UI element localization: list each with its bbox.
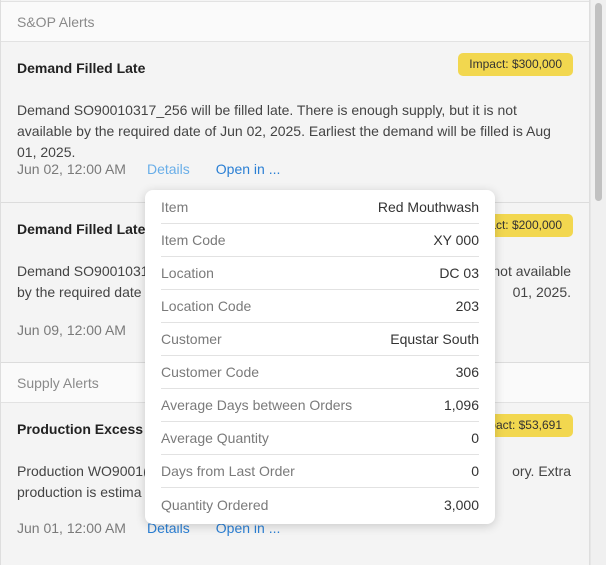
- impact-badge: Impact: $300,000: [458, 53, 573, 76]
- detail-value: 306: [455, 364, 479, 380]
- scrollbar-thumb[interactable]: [595, 3, 602, 201]
- alert-card[interactable]: Demand Filled Late Impact: $300,000 Dema…: [1, 42, 589, 203]
- sop-alerts-header: S&OP Alerts: [1, 1, 589, 42]
- detail-row: Item Red Mouthwash: [161, 191, 479, 224]
- detail-value: 203: [455, 298, 479, 314]
- detail-label: Item: [161, 199, 189, 215]
- alert-description-line1-right: ory. Extra: [512, 463, 571, 479]
- alert-title: Demand Filled Late: [17, 221, 146, 237]
- detail-row: Average Quantity 0: [161, 422, 479, 455]
- alert-title: Production Excess: [17, 421, 144, 437]
- alert-date: Jun 09, 12:00 AM: [17, 322, 126, 338]
- detail-label: Customer: [161, 331, 222, 347]
- detail-row: Days from Last Order 0: [161, 455, 479, 488]
- detail-value: Equstar South: [390, 331, 479, 347]
- details-popover: Item Red Mouthwash Item Code XY 000 Locati…: [145, 190, 495, 524]
- detail-row: Customer Code 306: [161, 356, 479, 389]
- detail-value: 3,000: [443, 496, 479, 513]
- alert-footer: Jun 09, 12:00 AM: [17, 322, 126, 338]
- alert-footer: Jun 02, 12:00 AM Details Open in ...: [17, 161, 280, 177]
- alert-description-line1-right: not available: [492, 263, 571, 279]
- detail-row: Item Code XY 000: [161, 224, 479, 257]
- detail-value: 1,096: [443, 397, 479, 413]
- detail-label: Item Code: [161, 232, 226, 248]
- vertical-scrollbar[interactable]: [590, 0, 606, 565]
- detail-label: Customer Code: [161, 364, 260, 380]
- detail-row: Customer Equstar South: [161, 323, 479, 356]
- alert-description: Demand SO90010317_256 will be filled lat…: [17, 102, 551, 160]
- detail-label: Days from Last Order: [161, 463, 295, 479]
- detail-label: Average Days between Orders: [161, 397, 353, 413]
- alert-description-line2-right: 01, 2025.: [512, 284, 571, 300]
- detail-label: Location Code: [161, 298, 252, 314]
- detail-row: Quantity Ordered 3,000: [161, 488, 479, 521]
- detail-value: XY 000: [433, 232, 479, 248]
- alert-title: Demand Filled Late: [17, 60, 146, 76]
- detail-label: Location: [161, 265, 214, 281]
- detail-value: DC 03: [439, 265, 479, 281]
- detail-value: 0: [471, 463, 479, 479]
- detail-row: Location Code 203: [161, 290, 479, 323]
- detail-row: Location DC 03: [161, 257, 479, 290]
- alert-date: Jun 02, 12:00 AM: [17, 161, 126, 177]
- open-in-link[interactable]: Open in ...: [216, 161, 281, 177]
- detail-value: Red Mouthwash: [377, 199, 479, 215]
- detail-row: Average Days between Orders 1,096: [161, 389, 479, 422]
- details-link[interactable]: Details: [147, 161, 190, 177]
- detail-label: Quantity Ordered: [161, 496, 269, 513]
- detail-label: Average Quantity: [161, 430, 269, 446]
- detail-value: 0: [471, 430, 479, 446]
- alert-date: Jun 01, 12:00 AM: [17, 520, 126, 536]
